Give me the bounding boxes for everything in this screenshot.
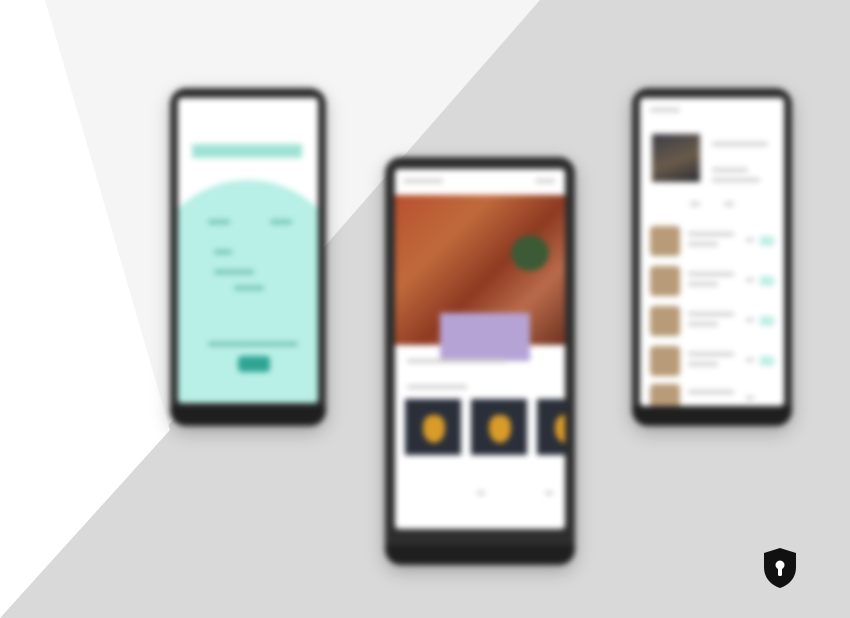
- text-line: [545, 491, 553, 495]
- text-line: [270, 220, 292, 224]
- text-line: [712, 168, 748, 172]
- text-line: [688, 362, 718, 366]
- hero-card: [440, 313, 530, 361]
- list-thumbnail: [650, 306, 680, 336]
- text-line: [208, 342, 298, 346]
- shield-lock-icon[interactable]: [762, 547, 798, 589]
- text-line: [650, 108, 680, 112]
- text-line: [688, 232, 734, 236]
- text-line: [746, 358, 754, 362]
- list-chip[interactable]: [760, 356, 774, 366]
- big-title-block: [192, 144, 302, 158]
- list-thumbnail: [650, 384, 680, 406]
- product-card[interactable]: [471, 399, 527, 455]
- hero-plant: [511, 235, 549, 271]
- phone-middle: [385, 157, 575, 565]
- phone-left-screen: [178, 98, 318, 403]
- text-line: [688, 282, 718, 286]
- fruit-image: [423, 415, 445, 443]
- mockup-stage: [0, 0, 850, 618]
- list-item[interactable]: [650, 382, 774, 406]
- text-line: [214, 270, 254, 274]
- list-chip[interactable]: [760, 316, 774, 326]
- text-line: [688, 322, 718, 326]
- hero-image: [395, 195, 565, 361]
- text-line: [208, 220, 230, 224]
- list-thumbnail: [650, 266, 680, 296]
- text-line: [688, 272, 734, 276]
- phone-chin: [170, 406, 326, 426]
- list-chip[interactable]: [760, 236, 774, 246]
- text-line: [712, 178, 760, 182]
- text-line: [535, 179, 555, 183]
- text-line: [712, 142, 768, 146]
- text-line: [746, 278, 754, 282]
- fruit-image: [489, 415, 511, 443]
- text-line: [234, 286, 264, 290]
- fruit-image: [555, 415, 565, 443]
- phone-right-screen: [640, 98, 784, 406]
- phone-chin: [385, 545, 575, 565]
- phone-chin: [632, 406, 792, 426]
- text-line: [746, 238, 754, 242]
- text-line: [690, 202, 700, 206]
- text-line: [746, 318, 754, 322]
- list-chip[interactable]: [760, 276, 774, 286]
- phone-left: [170, 88, 326, 426]
- text-line: [477, 491, 485, 495]
- list-thumbnail: [650, 346, 680, 376]
- list-item[interactable]: [650, 344, 774, 380]
- teal-button[interactable]: [238, 356, 270, 372]
- text-line: [407, 385, 467, 389]
- text-line: [724, 202, 734, 206]
- text-line: [688, 352, 734, 356]
- text-line: [688, 312, 734, 316]
- phone-right: [632, 88, 792, 426]
- text-line: [407, 359, 507, 363]
- card-row: [395, 399, 565, 479]
- text-line: [688, 390, 734, 394]
- list-thumbnail: [650, 226, 680, 256]
- phone-middle-screen: [395, 169, 565, 529]
- list-item[interactable]: [650, 224, 774, 260]
- text-line: [403, 179, 443, 183]
- text-line: [214, 250, 232, 254]
- text-line: [688, 242, 718, 246]
- list-item[interactable]: [650, 304, 774, 340]
- profile-image: [652, 134, 700, 182]
- product-card[interactable]: [537, 399, 565, 455]
- list-item[interactable]: [650, 264, 774, 300]
- text-line: [746, 396, 754, 400]
- product-card[interactable]: [405, 399, 461, 455]
